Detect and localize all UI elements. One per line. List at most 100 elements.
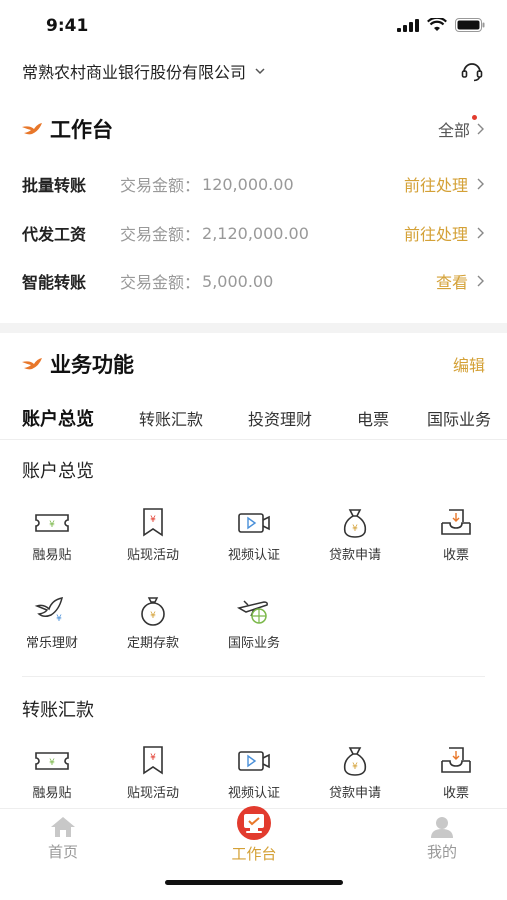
tab-international[interactable]: 国际业务 [427, 406, 491, 430]
chevron-right-icon [477, 275, 484, 287]
business-title: 业务功能 [22, 349, 134, 379]
brand-bird-icon [22, 123, 42, 135]
wifi-icon [427, 18, 447, 31]
grid-item-fixed-deposit[interactable]: ¥ 定期存款 [108, 594, 198, 651]
svg-text:¥: ¥ [352, 524, 358, 534]
task-row: 智能转账 交易金额： 5,000.00 查看 [22, 267, 485, 295]
grid-label: 收票 [442, 548, 469, 563]
grid-label: 贴现活动 [126, 548, 179, 563]
svg-text:¥: ¥ [150, 515, 156, 525]
grid-label: 收票 [442, 786, 469, 801]
group-title: 账户总览 [22, 461, 94, 482]
tab-account-overview[interactable]: 账户总览 [22, 405, 94, 431]
money-bag-icon: ¥ [343, 747, 367, 776]
battery-icon [455, 18, 485, 32]
workbench-title: 工作台 [22, 114, 113, 144]
task-amount-label: 交易金额： [120, 273, 201, 292]
task-amount-label: 交易金额： [120, 176, 201, 195]
grid-item-rongyitie[interactable]: ¥ 融易贴 [7, 744, 97, 801]
grid-label: 定期存款 [126, 636, 179, 651]
bookmark-yen-icon: ¥ [143, 508, 163, 537]
task-amount-label: 交易金额： [120, 225, 201, 244]
grid-label: 视频认证 [227, 548, 280, 563]
task-row: 代发工资 交易金额： 2,120,000.00 前往处理 [22, 219, 485, 247]
status-bar: 9:41 [0, 0, 507, 50]
user-icon [431, 817, 453, 838]
workbench-icon [237, 806, 271, 840]
task-action-label: 查看 [435, 273, 468, 292]
grid-label: 常乐理财 [25, 636, 78, 651]
business-header: 业务功能 编辑 [22, 347, 485, 381]
workbench-header: 工作台 全部 [22, 112, 485, 146]
tabbar-workbench[interactable]: 工作台 [204, 805, 304, 864]
svg-text:¥: ¥ [352, 762, 358, 772]
grid-item-changle-finance[interactable]: ¥ 常乐理财 [7, 594, 97, 651]
chevron-down-icon [255, 68, 265, 75]
status-time: 9:41 [46, 16, 89, 36]
tab-e-bill[interactable]: 电票 [357, 406, 389, 430]
grid-item-discount-activity[interactable]: ¥ 贴现活动 [108, 744, 198, 801]
task-name: 批量转账 [22, 176, 87, 195]
home-indicator [165, 880, 343, 885]
grid-item-loan-apply[interactable]: ¥ 贷款申请 [310, 744, 400, 801]
tabbar-label: 工作台 [231, 845, 277, 863]
grid-item-discount-activity[interactable]: ¥ 贴现活动 [108, 506, 198, 563]
section-divider [0, 323, 507, 333]
edit-button[interactable]: 编辑 [453, 352, 485, 376]
task-action-link[interactable]: 查看 [436, 269, 485, 293]
tabbar-home[interactable]: 首页 [13, 815, 113, 862]
tabbar-label: 首页 [47, 843, 78, 861]
org-row: 常熟农村商业银行股份有限公司 [22, 56, 485, 86]
coin-bag-icon: ¥ [141, 597, 165, 626]
task-amount: 120,000.00 [202, 174, 294, 194]
video-camera-icon [238, 751, 270, 771]
workbench-title-text: 工作台 [50, 118, 113, 142]
task-amount: 2,120,000.00 [202, 223, 309, 243]
business-tabs: 账户总览 转账汇款 投资理财 电票 国际业务 [0, 398, 507, 440]
task-amount: 5,000.00 [202, 271, 274, 291]
tab-transfer[interactable]: 转账汇款 [139, 406, 203, 430]
svg-text:¥: ¥ [150, 611, 156, 621]
tabbar-mine[interactable]: 我的 [392, 815, 492, 862]
inbox-download-icon [441, 747, 471, 773]
grid-label: 贷款申请 [328, 786, 381, 801]
grid-item-loan-apply[interactable]: ¥ 贷款申请 [310, 506, 400, 563]
ticket-yen-icon: ¥ [35, 752, 69, 770]
brand-bird-icon [22, 358, 42, 370]
signal-icon [397, 18, 419, 32]
bird-yen-icon: ¥ [34, 597, 64, 624]
grid-item-video-auth[interactable]: 视频认证 [209, 506, 299, 563]
svg-text:¥: ¥ [49, 520, 55, 530]
grid-item-international[interactable]: 国际业务 [209, 594, 299, 651]
chevron-right-icon [477, 123, 484, 135]
task-action-link[interactable]: 前往处理 [404, 172, 485, 196]
grid-label: 国际业务 [227, 636, 280, 651]
grid-item-receive-bill[interactable]: 收票 [411, 744, 501, 801]
business-title-text: 业务功能 [50, 353, 134, 377]
org-selector[interactable]: 常熟农村商业银行股份有限公司 [22, 59, 266, 83]
tabbar-label: 我的 [426, 843, 457, 861]
tab-investment[interactable]: 投资理财 [248, 406, 312, 430]
grid-item-receive-bill[interactable]: 收票 [411, 506, 501, 563]
svg-text:¥: ¥ [56, 614, 62, 624]
headset-icon[interactable] [459, 58, 485, 84]
task-action-link[interactable]: 前往处理 [404, 221, 485, 245]
grid-label: 视频认证 [227, 786, 280, 801]
chevron-right-icon [477, 178, 484, 190]
money-bag-icon: ¥ [343, 509, 367, 538]
grid-item-video-auth[interactable]: 视频认证 [209, 744, 299, 801]
grid-item-rongyitie[interactable]: ¥ 融易贴 [7, 506, 97, 563]
status-icons [397, 18, 485, 32]
all-link[interactable]: 全部 [438, 115, 485, 141]
grid-label: 贷款申请 [328, 548, 381, 563]
inbox-download-icon [441, 509, 471, 535]
org-name: 常熟农村商业银行股份有限公司 [22, 63, 247, 82]
home-icon [51, 817, 75, 837]
bottom-tabbar: 首页 工作台 我的 [0, 805, 507, 900]
video-camera-icon [238, 513, 270, 533]
group-divider [22, 676, 485, 677]
task-action-label: 前往处理 [403, 176, 468, 195]
svg-text:¥: ¥ [150, 753, 156, 763]
task-action-label: 前往处理 [403, 225, 468, 244]
plane-globe-icon [236, 600, 268, 624]
